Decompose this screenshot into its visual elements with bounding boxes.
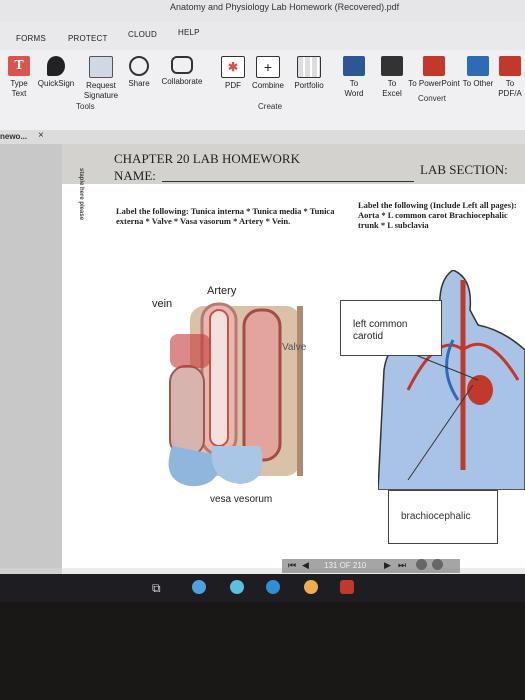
to-excel-icon: [381, 56, 403, 76]
artery-layer-inner: [242, 308, 282, 462]
combine-icon: +: [256, 56, 280, 78]
left-instruction: Label the following: Tunica interna * Tu…: [116, 206, 335, 226]
to-excel-button[interactable]: To Excel: [378, 56, 406, 99]
taskbar: [0, 574, 525, 602]
task-view-icon[interactable]: ⧉: [152, 581, 161, 596]
next-page-icon[interactable]: ▶: [384, 560, 391, 571]
blood-red-area: [170, 334, 210, 368]
group-label-create: Create: [258, 102, 283, 111]
to-pdfa-icon: [499, 56, 521, 76]
menu-cloud[interactable]: CLOUD: [128, 30, 157, 39]
menu-forms[interactable]: FORMS: [16, 34, 46, 43]
label-box-brachiocephalic[interactable]: brachiocephalic: [388, 490, 498, 544]
mail-icon[interactable]: [192, 580, 206, 594]
share-icon: [129, 56, 149, 76]
window-title: Anatomy and Physiology Lab Homework (Rec…: [170, 2, 400, 12]
document-tab-strip: newo... ×: [0, 130, 525, 144]
group-label-convert: Convert: [418, 94, 447, 103]
first-page-icon[interactable]: ⏮: [288, 560, 296, 571]
acrobat-icon[interactable]: [340, 580, 354, 594]
pdf-button[interactable]: ✱ PDF: [220, 56, 246, 91]
zoom-out-icon[interactable]: [416, 559, 427, 570]
label-valve: Valve: [282, 342, 307, 353]
quicksign-icon: [47, 56, 65, 76]
menu-bar: FORMS PROTECT CLOUD HELP: [0, 22, 525, 51]
to-powerpoint-button[interactable]: To PowerPoint: [408, 56, 460, 89]
combine-button[interactable]: + Combine: [248, 56, 288, 91]
last-page-icon[interactable]: ⏭: [398, 560, 406, 571]
staple-note: staple here please: [78, 168, 84, 221]
close-tab-icon[interactable]: ×: [38, 130, 44, 141]
chrome-icon[interactable]: [304, 580, 318, 594]
prev-page-icon[interactable]: ◀: [302, 560, 309, 571]
request-signature-icon: [89, 56, 113, 78]
ribbon-toolbar: T Type Text QuickSign Request Signature …: [0, 50, 525, 131]
vein-blue-section-2: [211, 446, 263, 484]
desk-surface: [0, 602, 525, 700]
quicksign-button[interactable]: QuickSign: [36, 56, 76, 89]
pdf-icon: ✱: [221, 56, 245, 78]
to-powerpoint-icon: [423, 56, 445, 76]
group-label-tools: Tools: [76, 102, 95, 111]
portfolio-icon: [297, 56, 321, 78]
request-signature-button[interactable]: Request Signature: [78, 56, 124, 101]
to-word-button[interactable]: To Word: [340, 56, 368, 99]
share-button[interactable]: Share: [124, 56, 154, 89]
vein-wall: [169, 365, 205, 457]
to-word-icon: [343, 56, 365, 76]
label-vein: vein: [152, 298, 173, 310]
to-other-icon: [467, 56, 489, 76]
collaborate-button[interactable]: Collaborate: [156, 56, 208, 87]
type-text-button[interactable]: T Type Text: [2, 56, 36, 99]
portfolio-button[interactable]: Portfolio: [290, 56, 328, 91]
label-box-left-common-carotid[interactable]: left common carotid: [340, 300, 442, 356]
type-text-icon: T: [8, 56, 30, 76]
label-vesa-vesorum: vesa vesorum: [210, 494, 273, 505]
lab-section-label: LAB SECTION:: [420, 162, 508, 177]
document-tab[interactable]: newo...: [0, 132, 27, 141]
blood-vessel-illustration: [168, 302, 303, 487]
explorer-icon[interactable]: [230, 580, 244, 594]
page-indicator[interactable]: 131 OF 210: [324, 561, 366, 570]
label-artery: Artery: [207, 285, 237, 297]
artery-lumen: [209, 309, 229, 447]
menu-help[interactable]: HELP: [178, 28, 200, 37]
right-instruction: Label the following (Include Left all pa…: [358, 200, 517, 230]
name-line: [162, 181, 414, 182]
edge-icon[interactable]: [266, 580, 280, 594]
chapter-heading: CHAPTER 20 LAB HOMEWORK: [114, 151, 300, 166]
to-other-button[interactable]: To Other: [462, 56, 494, 89]
name-label: NAME:: [114, 168, 156, 183]
to-pdfa-button[interactable]: To PDF/A: [496, 56, 524, 99]
heart: [467, 375, 493, 405]
menu-protect[interactable]: PROTECT: [68, 34, 108, 43]
collaborate-icon: [171, 56, 193, 74]
zoom-in-icon[interactable]: [432, 559, 443, 570]
